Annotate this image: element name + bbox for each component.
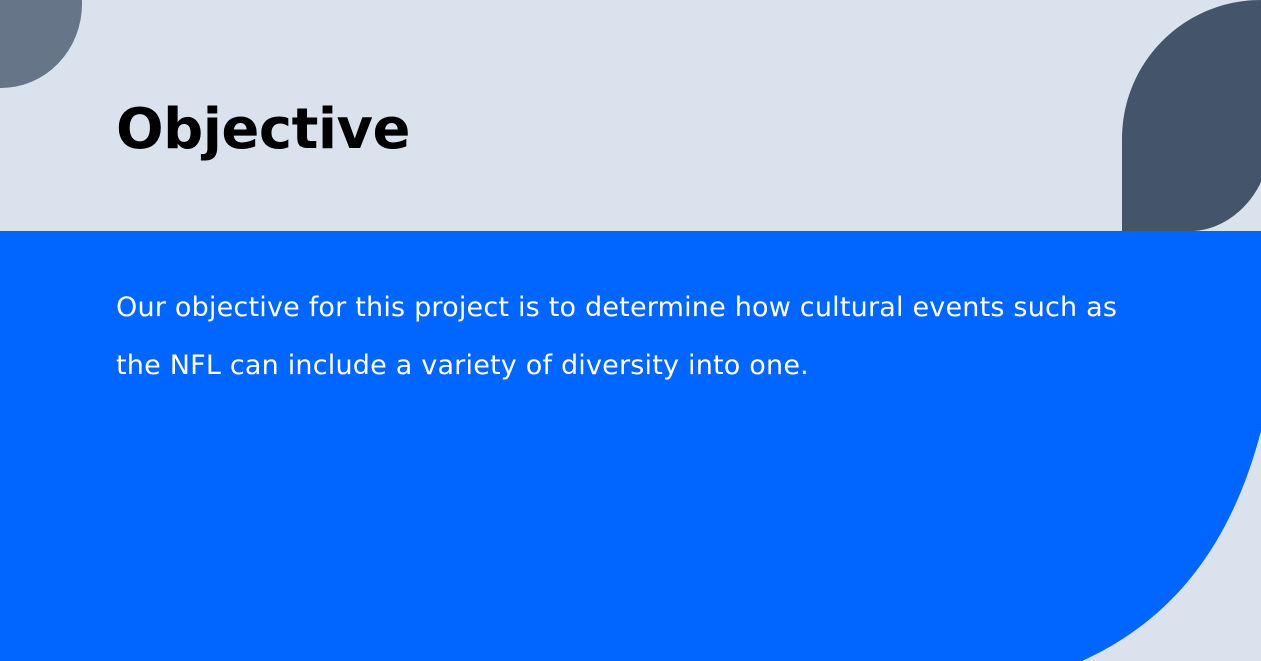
slide: Objective Our objective for this project… (0, 0, 1261, 661)
content-panel: Our objective for this project is to det… (0, 231, 1261, 661)
leaf-decoration-shape (1122, 0, 1261, 231)
slide-title: Objective (116, 97, 411, 162)
objective-body-text: Our objective for this project is to det… (116, 292, 1118, 381)
title-band: Objective (0, 0, 1261, 231)
